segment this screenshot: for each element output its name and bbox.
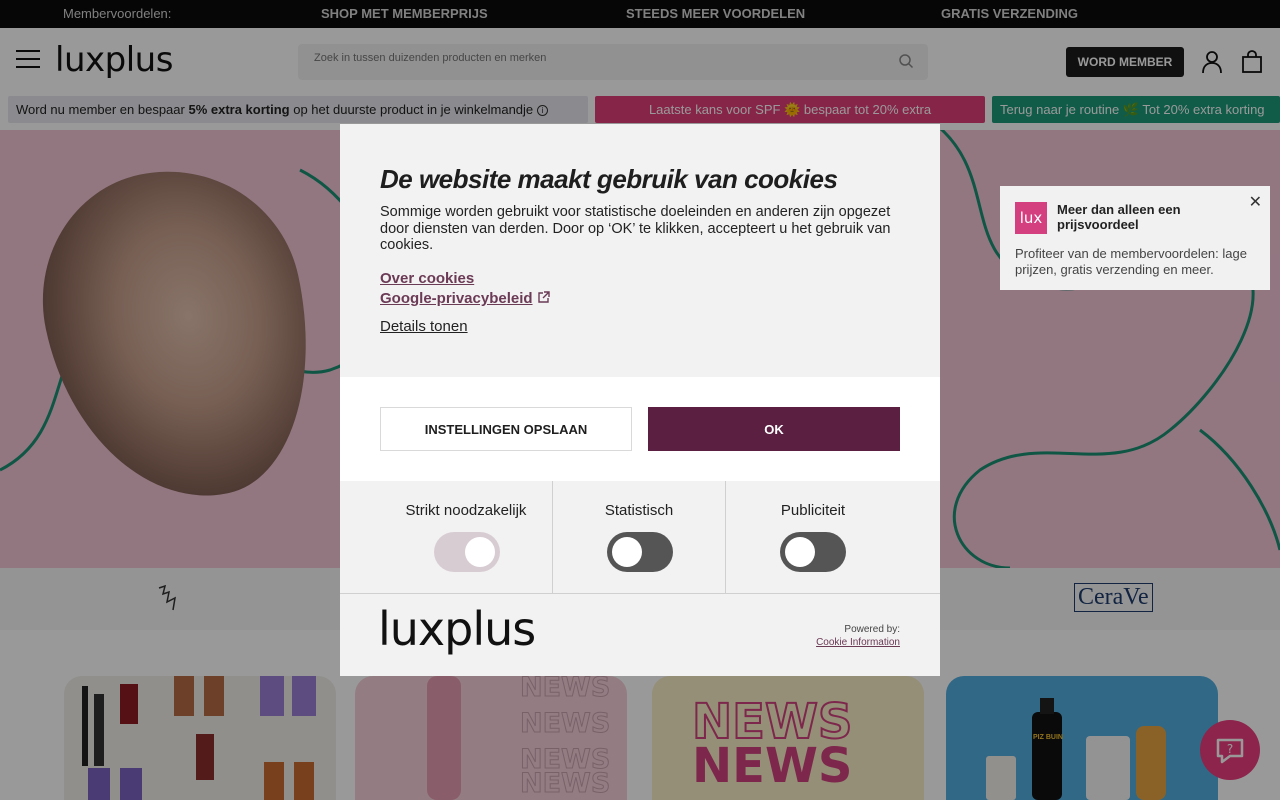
dialog-title: De website maakt gebruik van cookies: [380, 164, 838, 194]
dialog-footer: luxplus Powered by: Cookie Information: [340, 593, 940, 676]
external-link-icon: [537, 291, 550, 303]
toast-logo: lux: [1015, 202, 1047, 234]
toggle-statistics: Statistisch: [553, 481, 726, 593]
toggle-label: Publiciteit: [780, 502, 846, 519]
google-privacy-link[interactable]: Google-privacybeleid: [380, 290, 550, 307]
about-cookies-link[interactable]: Over cookies: [380, 270, 474, 287]
footer-logo: luxplus: [378, 602, 536, 656]
toggle-necessary: Strikt noodzakelijk: [380, 481, 553, 593]
toast-title: Meer dan alleen een prijsvoordeel: [1057, 202, 1181, 232]
accept-ok-button[interactable]: OK: [648, 407, 900, 451]
toggle-label: Statistisch: [604, 502, 674, 519]
show-details-link[interactable]: Details tonen: [380, 318, 468, 335]
advertising-switch[interactable]: [780, 532, 846, 572]
dialog-description: Sommige worden gebruikt voor statistisch…: [380, 204, 891, 253]
dialog-actions: INSTELLINGEN OPSLAAN OK: [340, 377, 940, 481]
save-settings-button[interactable]: INSTELLINGEN OPSLAAN: [380, 407, 632, 451]
switch-knob: [785, 537, 815, 567]
switch-knob: [465, 537, 495, 567]
google-privacy-label: Google-privacybeleid: [380, 290, 533, 307]
close-icon[interactable]: ✕: [1249, 192, 1262, 211]
cookie-consent-dialog: De website maakt gebruik van cookies Som…: [340, 124, 940, 676]
toggle-advertising: Publiciteit: [726, 481, 900, 593]
toggle-label: Strikt noodzakelijk: [405, 502, 527, 519]
member-benefits-toast[interactable]: lux Meer dan alleen een prijsvoordeel ✕ …: [1000, 186, 1270, 290]
switch-knob: [612, 537, 642, 567]
cookie-information-link[interactable]: Cookie Information: [816, 637, 900, 648]
necessary-switch: [434, 532, 500, 572]
powered-by-label: Powered by:: [844, 624, 900, 635]
cookie-category-toggles: Strikt noodzakelijk Statistisch Publicit…: [340, 481, 940, 593]
toast-text: Profiteer van de membervoordelen: lage p…: [1015, 246, 1247, 277]
statistics-switch[interactable]: [607, 532, 673, 572]
